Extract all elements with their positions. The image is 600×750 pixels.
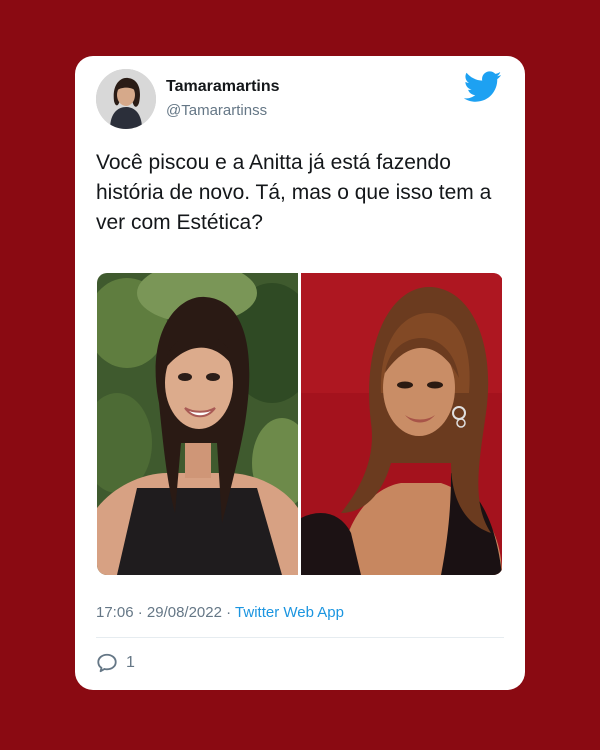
tweet-meta: 17:06 · 29/08/2022 · Twitter Web App [96, 604, 344, 621]
twitter-bird-icon[interactable] [463, 71, 502, 103]
tweet-source-link[interactable]: Twitter Web App [235, 604, 344, 621]
tweet-time[interactable]: 17:06 [96, 604, 134, 621]
tweet-text: Você piscou e a Anitta já está fazendo h… [96, 151, 492, 234]
tweet-card: Tamaramartins @Tamarartinss Você piscou … [75, 56, 525, 690]
speech-bubble-icon[interactable] [96, 652, 118, 674]
meta-separator: · [226, 604, 232, 621]
reply-button[interactable]: 1 [96, 652, 135, 674]
reply-count: 1 [126, 654, 135, 671]
tweet-media[interactable] [97, 273, 503, 575]
display-name[interactable]: Tamaramartins [166, 78, 280, 96]
avatar[interactable] [96, 69, 156, 129]
divider [96, 637, 504, 638]
photo-after[interactable] [301, 273, 502, 575]
tweet-date[interactable]: 29/08/2022 [147, 604, 222, 621]
photo-before[interactable] [97, 273, 298, 575]
meta-separator: · [137, 604, 143, 621]
user-handle[interactable]: @Tamarartinss [166, 102, 267, 119]
